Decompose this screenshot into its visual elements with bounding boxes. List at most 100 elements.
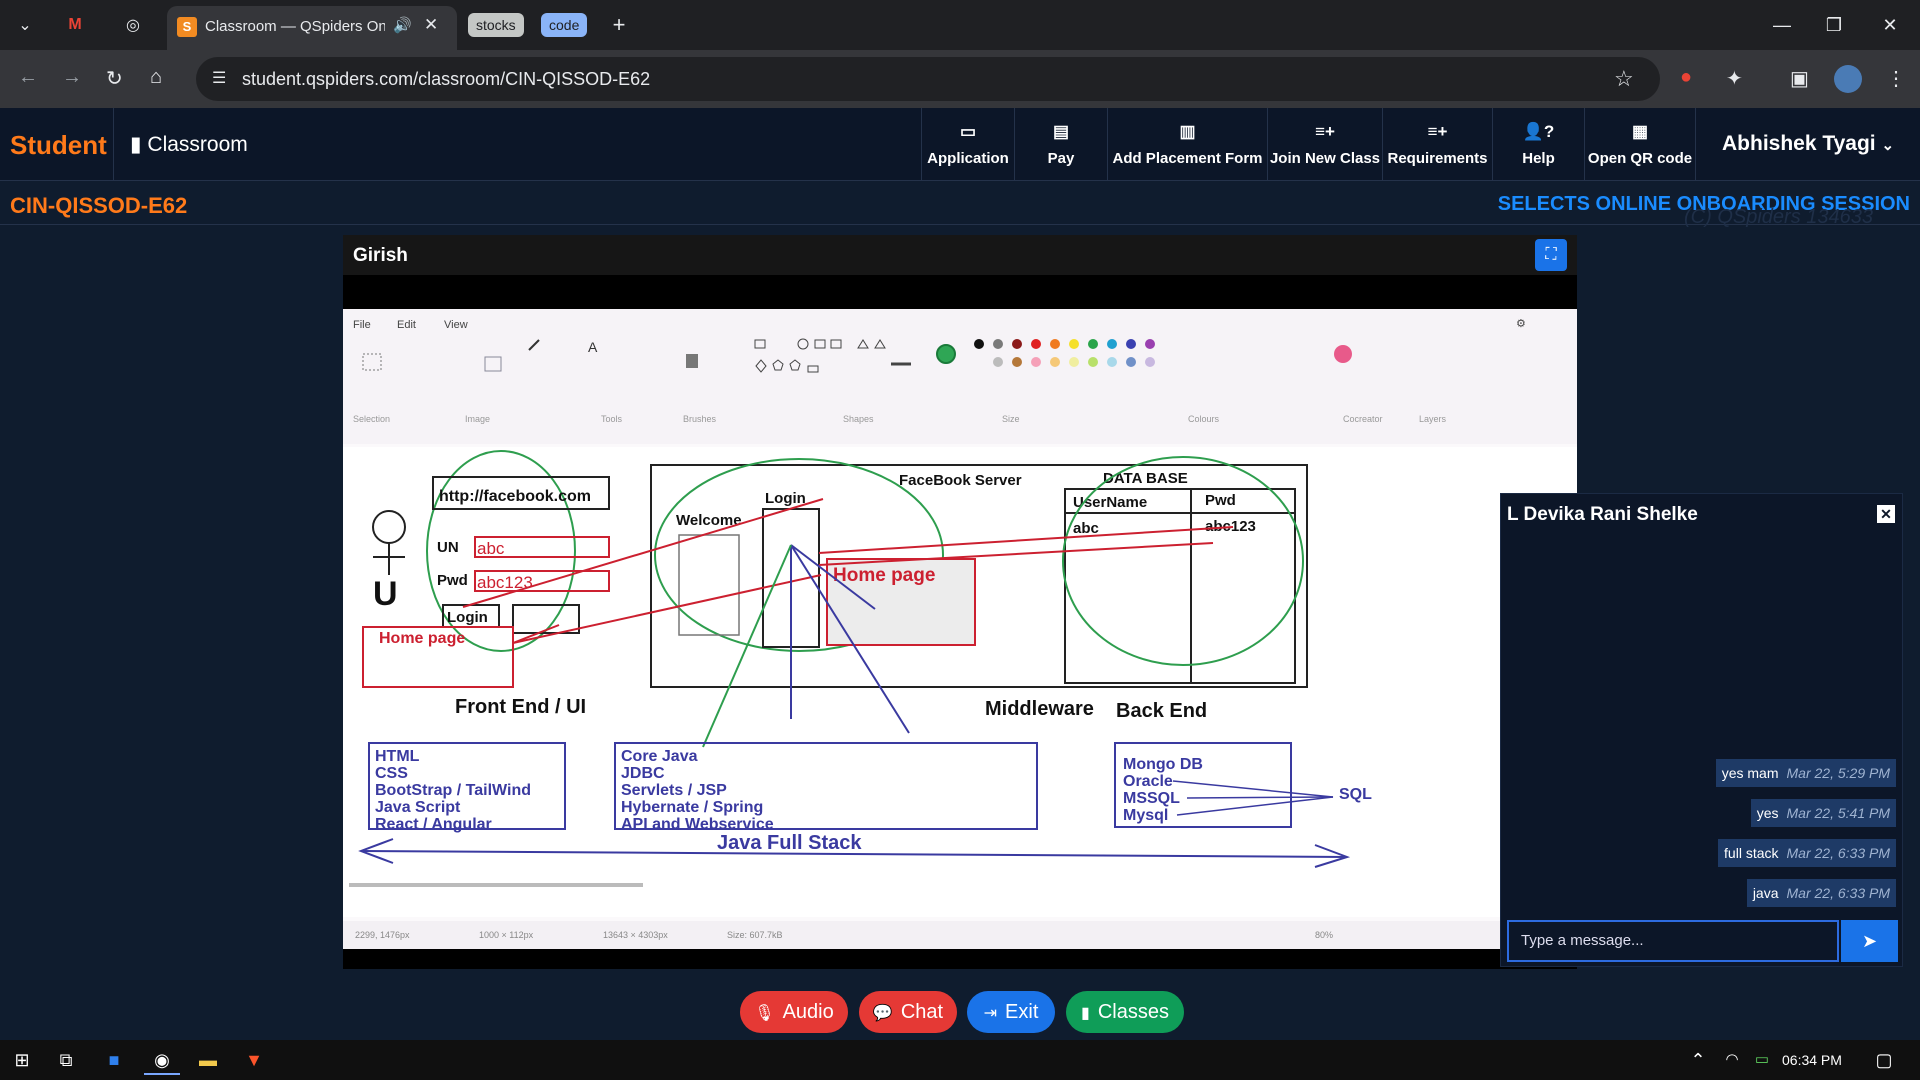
back-icon[interactable]: ← [18, 66, 38, 89]
watermark: (C) QSpiders 134633 [1684, 206, 1873, 228]
placement-form-icon: ▥ [1179, 122, 1196, 141]
chat-message-time: Mar 22, 5:29 PM [1786, 765, 1891, 781]
ribbon-group-size: Size [1002, 414, 1020, 424]
pay-icon: ▤ [1052, 122, 1070, 141]
home-icon[interactable]: ⌂ [150, 66, 162, 89]
chat-button[interactable]: 💬 Chat [859, 991, 957, 1033]
profile-avatar[interactable] [1834, 65, 1862, 93]
front-stack-0: HTML [375, 748, 420, 765]
store-icon[interactable]: ■ [96, 1045, 132, 1075]
classes-icon: ▮ [1081, 1005, 1090, 1022]
reload-icon[interactable]: ↻ [106, 66, 123, 91]
mic-off-icon: 🎙 [754, 1005, 775, 1022]
label-front-end: Front End / UI [455, 696, 586, 718]
chat-message-time: Mar 22, 6:33 PM [1786, 885, 1891, 901]
qspiders-favicon-icon: S [177, 17, 197, 37]
taskbar-clock[interactable]: 06:34 PM [1782, 1052, 1842, 1068]
un-label: UN [437, 539, 459, 556]
speaker-icon[interactable]: 🔊 [393, 16, 412, 34]
nav-application[interactable]: ▭ Application [921, 108, 1014, 181]
tray-chevron-icon[interactable]: ⌃ [1680, 1045, 1716, 1075]
side-panel-icon[interactable]: ▣ [1790, 66, 1809, 91]
sql-label: SQL [1339, 786, 1372, 803]
sql-lines [1172, 780, 1334, 816]
audio-button[interactable]: 🎙 Audio [740, 991, 848, 1033]
tab-close-icon[interactable]: ✕ [424, 15, 438, 35]
nav-pay-label: Pay [1047, 150, 1075, 167]
front-stack-1: CSS [375, 765, 408, 782]
brand-logo[interactable]: Student [10, 130, 107, 161]
middle-stack-3: Hybernate / Spring [621, 799, 763, 816]
db-header-pwd: Pwd [1205, 492, 1236, 509]
classes-button[interactable]: ▮ Classes [1066, 991, 1184, 1033]
chat-message: java Mar 22, 6:33 PM [1746, 879, 1896, 907]
nav-requirements[interactable]: ≡+ Requirements [1382, 108, 1492, 181]
extensions-puzzle-icon[interactable]: ✦ [1726, 66, 1743, 91]
active-tab[interactable]: S Classroom — QSpiders Onl 🔊 ✕ [167, 6, 457, 50]
nav-open-qr-code[interactable]: ▦ Open QR code [1584, 108, 1696, 181]
chrome-taskbar-icon[interactable]: ◉ [144, 1045, 180, 1075]
chat-message: full stack Mar 22, 6:33 PM [1718, 839, 1896, 867]
ribbon-group-layers: Layers [1419, 414, 1447, 424]
back-stack-0: Mongo DB [1123, 756, 1203, 773]
file-explorer-icon[interactable]: ▬ [190, 1045, 226, 1075]
extension-red-icon[interactable]: ● [1680, 66, 1692, 89]
un-value: abc [477, 539, 505, 558]
minimize-icon[interactable]: — [1762, 10, 1802, 40]
bookmark-star-icon[interactable]: ☆ [1614, 66, 1634, 92]
chat-message-time: Mar 22, 5:41 PM [1786, 805, 1891, 821]
battery-icon[interactable]: ▭ [1744, 1045, 1780, 1075]
send-icon: ➤ [1861, 931, 1878, 951]
task-view-icon[interactable]: ⧉ [48, 1045, 84, 1075]
notifications-icon[interactable]: ▢ [1866, 1045, 1902, 1075]
restore-icon[interactable]: ❐ [1814, 10, 1854, 40]
gmail-tab-icon[interactable]: M [60, 10, 90, 40]
server-title: FaceBook Server [899, 472, 1022, 489]
chat-panel: L Devika Rani Shelke ✕ yes mam Mar 22, 5:… [1500, 493, 1903, 967]
status-canvas-size: 13643 × 4303px [603, 930, 668, 940]
paint-ribbon: File Edit View ⚙ A Selection Image Tools… [343, 309, 1577, 444]
nav-help[interactable]: 👤? Help [1492, 108, 1584, 181]
db-title: DATA BASE [1103, 470, 1188, 487]
new-tab-icon[interactable]: + [604, 10, 634, 40]
chat-message-input[interactable]: Type a message... [1507, 920, 1839, 962]
tab-search-icon[interactable]: ⌄ [10, 10, 40, 40]
windows-start-icon[interactable]: ⊞ [4, 1045, 40, 1075]
tab-group-code[interactable]: code [541, 13, 588, 37]
address-bar[interactable]: ☰ student.qspiders.com/classroom/CIN-QIS… [196, 57, 1660, 101]
chat-message-text: yes mam [1721, 765, 1779, 781]
exit-button-label: Exit [1005, 1001, 1039, 1023]
active-tab-title: Classroom — QSpiders Onl [205, 18, 385, 35]
user-menu[interactable]: Abhishek Tyagi ⌄ [1722, 132, 1894, 156]
brave-icon[interactable]: ▼ [236, 1045, 272, 1075]
browser-menu-icon[interactable]: ⋮ [1886, 66, 1906, 91]
nav-join-new-class[interactable]: ≡+ Join New Class [1267, 108, 1382, 181]
window-close-icon[interactable]: ✕ [1870, 10, 1910, 40]
ribbon-group-image: Image [465, 414, 491, 424]
home-page-left-text: Home page [379, 630, 465, 647]
header-divider [113, 108, 114, 181]
ribbon-tools-graphic: A [362, 338, 1352, 373]
chat-message-text: full stack [1724, 845, 1779, 861]
exit-button[interactable]: ⇥ Exit [967, 991, 1055, 1033]
fullscreen-button[interactable]: ⛶ [1535, 239, 1567, 271]
nav-add-placement-form[interactable]: ▥ Add Placement Form [1107, 108, 1267, 181]
whiteboard-canvas: U http://facebook.com UN abc Pwd abc123 … [343, 447, 1577, 917]
video-panel: Girish ⛶ File Edit View ⚙ A Selection Im… [343, 235, 1577, 969]
ribbon-group-cocreator: Cocreator [1343, 414, 1383, 424]
full-stack-label: Java Full Stack [717, 832, 862, 854]
user-figure [372, 510, 406, 575]
chat-send-button[interactable]: ➤ [1841, 920, 1898, 962]
tab-group-stocks[interactable]: stocks [468, 13, 524, 37]
front-stack-3: Java Script [375, 799, 461, 816]
classroom-link[interactable]: ▮ Classroom [130, 132, 248, 157]
front-stack-4: React / Angular [375, 816, 492, 833]
globe-tab-icon[interactable]: ◎ [118, 10, 148, 40]
application-icon: ▭ [959, 122, 977, 141]
chat-close-icon[interactable]: ✕ [1877, 505, 1895, 523]
nav-pay[interactable]: ▤ Pay [1014, 108, 1107, 181]
forward-icon[interactable]: → [62, 66, 82, 89]
db-table [1064, 488, 1296, 684]
site-info-icon[interactable]: ☰ [212, 68, 226, 88]
chat-message: yes Mar 22, 5:41 PM [1750, 799, 1896, 827]
